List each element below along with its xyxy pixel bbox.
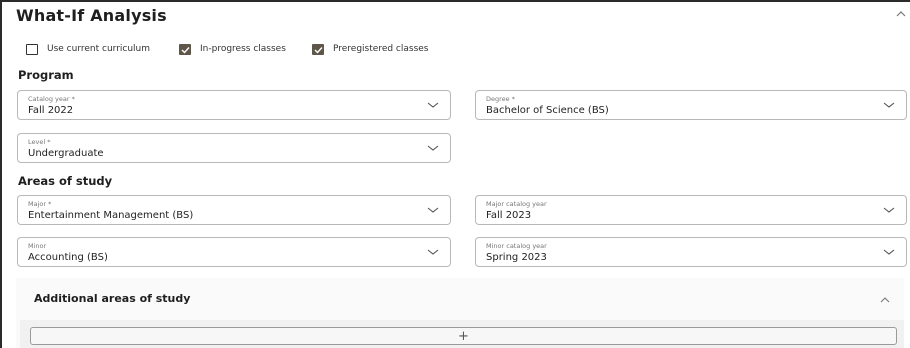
areas-of-study-heading: Areas of study [18,174,113,188]
catalog-year-label: Catalog year * [28,95,75,103]
chevron-down-icon [427,145,439,151]
use-current-curriculum-checkbox[interactable] [26,43,38,55]
preregistered-classes-option[interactable]: Preregistered classes [312,42,429,56]
degree-value: Bachelor of Science (BS) [486,105,609,116]
chevron-down-icon [427,207,439,213]
major-select[interactable]: Major * Entertainment Management (BS) [17,195,451,225]
preregistered-classes-label: Preregistered classes [333,44,429,54]
what-if-panel: What-If Analysis Use current curriculum … [0,0,910,348]
minor-label: Minor [28,242,47,250]
level-value: Undergraduate [28,148,104,159]
use-current-curriculum-option[interactable]: Use current curriculum [26,42,150,56]
minor-catalog-year-select[interactable]: Minor catalog year Spring 2023 [475,237,907,267]
plus-icon: + [458,328,469,344]
use-current-curriculum-label: Use current curriculum [47,44,151,54]
major-value: Entertainment Management (BS) [28,210,194,221]
checkmark-icon [181,46,190,54]
minor-catalog-year-label: Minor catalog year [486,242,547,250]
level-label: Level * [28,138,51,146]
catalog-year-select[interactable]: Catalog year * Fall 2022 [17,90,451,120]
minor-catalog-year-value: Spring 2023 [486,252,547,263]
degree-label: Degree * [486,95,515,103]
level-select[interactable]: Level * Undergraduate [17,133,451,163]
catalog-year-value: Fall 2022 [28,105,74,116]
chevron-down-icon [883,207,895,213]
additional-areas-heading: Additional areas of study [34,292,191,305]
chevron-down-icon [883,102,895,108]
chevron-down-icon [883,249,895,255]
minor-select[interactable]: Minor Accounting (BS) [17,237,451,267]
program-heading: Program [18,68,74,82]
checkmark-icon [314,46,323,54]
in-progress-classes-option[interactable]: In-progress classes [179,42,286,56]
preregistered-classes-checkbox[interactable] [312,43,324,55]
major-catalog-year-value: Fall 2023 [486,210,532,221]
major-catalog-year-select[interactable]: Major catalog year Fall 2023 [475,195,907,225]
chevron-down-icon [427,249,439,255]
major-catalog-year-label: Major catalog year [486,200,547,208]
chevron-down-icon [427,102,439,108]
chevron-up-icon[interactable] [879,295,891,303]
add-area-button[interactable]: + [30,327,897,345]
panel-title: What-If Analysis [16,6,167,25]
chevron-up-icon[interactable] [895,8,907,20]
major-label: Major * [28,200,52,208]
in-progress-classes-label: In-progress classes [200,44,286,54]
minor-value: Accounting (BS) [28,252,108,263]
in-progress-classes-checkbox[interactable] [179,43,191,55]
degree-select[interactable]: Degree * Bachelor of Science (BS) [475,90,907,120]
